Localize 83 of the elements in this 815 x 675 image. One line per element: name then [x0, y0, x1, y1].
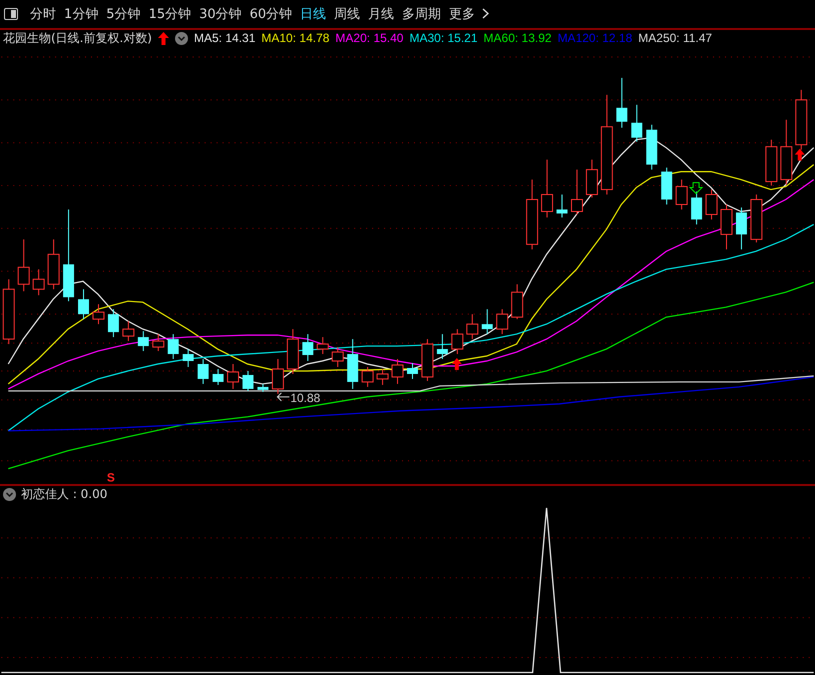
- candlestick: [376, 368, 389, 386]
- period-tab[interactable]: 分时: [27, 4, 59, 23]
- candlestick: [466, 314, 478, 340]
- candlestick: [765, 139, 778, 186]
- candlestick: [511, 284, 524, 320]
- candlestick: [286, 328, 299, 374]
- left-arrow-icon: [276, 392, 290, 402]
- candlestick: [750, 194, 762, 243]
- candlestick: [586, 159, 598, 198]
- candlestick: [780, 119, 792, 185]
- candlestick: [152, 334, 164, 352]
- moving-average-label: MA60: 13.92: [484, 31, 552, 46]
- candlestick: [496, 308, 508, 334]
- candlestick: [436, 334, 448, 360]
- candlestick: [795, 89, 808, 150]
- period-tab[interactable]: 60分钟: [246, 4, 296, 23]
- moving-average-label: MA5: 14.31: [194, 31, 256, 46]
- candlestick: [18, 238, 30, 292]
- moving-average-label: MA250: 11.47: [638, 31, 712, 46]
- candlestick: [48, 238, 60, 290]
- candlestick: [691, 190, 702, 225]
- up-arrow-icon: [452, 358, 462, 370]
- up-arrow-icon: [158, 32, 169, 45]
- candlestick: [302, 334, 314, 362]
- stock-title: 花园生物(日线.前复权.对数): [3, 30, 152, 47]
- candlestick: [646, 124, 658, 170]
- candlestick: [392, 358, 404, 384]
- chevron-right-icon[interactable]: [482, 8, 490, 20]
- candlestick: [676, 179, 688, 210]
- candlestick: [332, 346, 344, 368]
- candlestick: [482, 308, 493, 334]
- candlestick: [242, 370, 254, 392]
- candlestick: [272, 358, 284, 394]
- period-tab[interactable]: 15分钟: [146, 4, 194, 23]
- candlestick: [631, 104, 642, 142]
- candlestick: [2, 278, 15, 344]
- candlestick: [407, 362, 418, 380]
- candlestick: [570, 169, 583, 215]
- period-tab[interactable]: 多周期: [399, 4, 444, 23]
- up-arrow-icon: [794, 148, 805, 161]
- moving-average-label: MA30: 15.21: [409, 31, 478, 46]
- candlestick: [168, 334, 179, 360]
- period-tab[interactable]: 5分钟: [103, 4, 144, 23]
- candlestick: [421, 338, 434, 382]
- candlestick: [541, 159, 554, 218]
- dropdown-icon[interactable]: [175, 32, 188, 45]
- candlestick: [556, 194, 568, 218]
- period-tab[interactable]: 更多: [446, 4, 478, 23]
- period-tab[interactable]: 月线: [365, 4, 398, 23]
- period-tab[interactable]: 1分钟: [61, 4, 102, 23]
- candlestick: [616, 77, 628, 128]
- moving-average-label: MA20: 15.40: [335, 31, 404, 46]
- low-price-label: 10.88: [290, 390, 320, 405]
- candlestick: [736, 206, 747, 250]
- candlestick: [92, 304, 104, 325]
- dropdown-icon[interactable]: [3, 488, 16, 501]
- candlestick: [78, 288, 89, 320]
- candlestick: [227, 363, 240, 390]
- candlestick: [316, 336, 329, 354]
- candlestick: [198, 358, 209, 384]
- candlestick: [122, 320, 134, 342]
- candlestick: [661, 167, 672, 205]
- down-arrow-icon: [688, 182, 704, 194]
- candlestick: [32, 268, 45, 296]
- period-tab[interactable]: 30分钟: [196, 4, 245, 23]
- moving-average-label: MA10: 14.78: [261, 31, 330, 46]
- candlestick: [451, 328, 464, 354]
- candlestick: [347, 338, 358, 390]
- candlestick: [108, 308, 119, 338]
- sell-signal-mark: S: [106, 470, 115, 485]
- candlestick: [182, 348, 194, 368]
- candlestick: [138, 330, 149, 352]
- candlestick: [526, 179, 538, 250]
- indicator-label: 初恋佳人 : 0.00: [21, 486, 108, 503]
- candlestick: [212, 368, 224, 386]
- moving-average-label: MA120: 12.18: [558, 31, 632, 46]
- candlestick: [720, 204, 732, 250]
- candlestick: [362, 366, 374, 388]
- period-tab[interactable]: 周线: [331, 4, 364, 23]
- candlestick: [257, 383, 268, 392]
- candlestick: [706, 188, 718, 220]
- panel-toggle-icon[interactable]: [4, 8, 18, 20]
- period-tab[interactable]: 日线: [297, 4, 330, 23]
